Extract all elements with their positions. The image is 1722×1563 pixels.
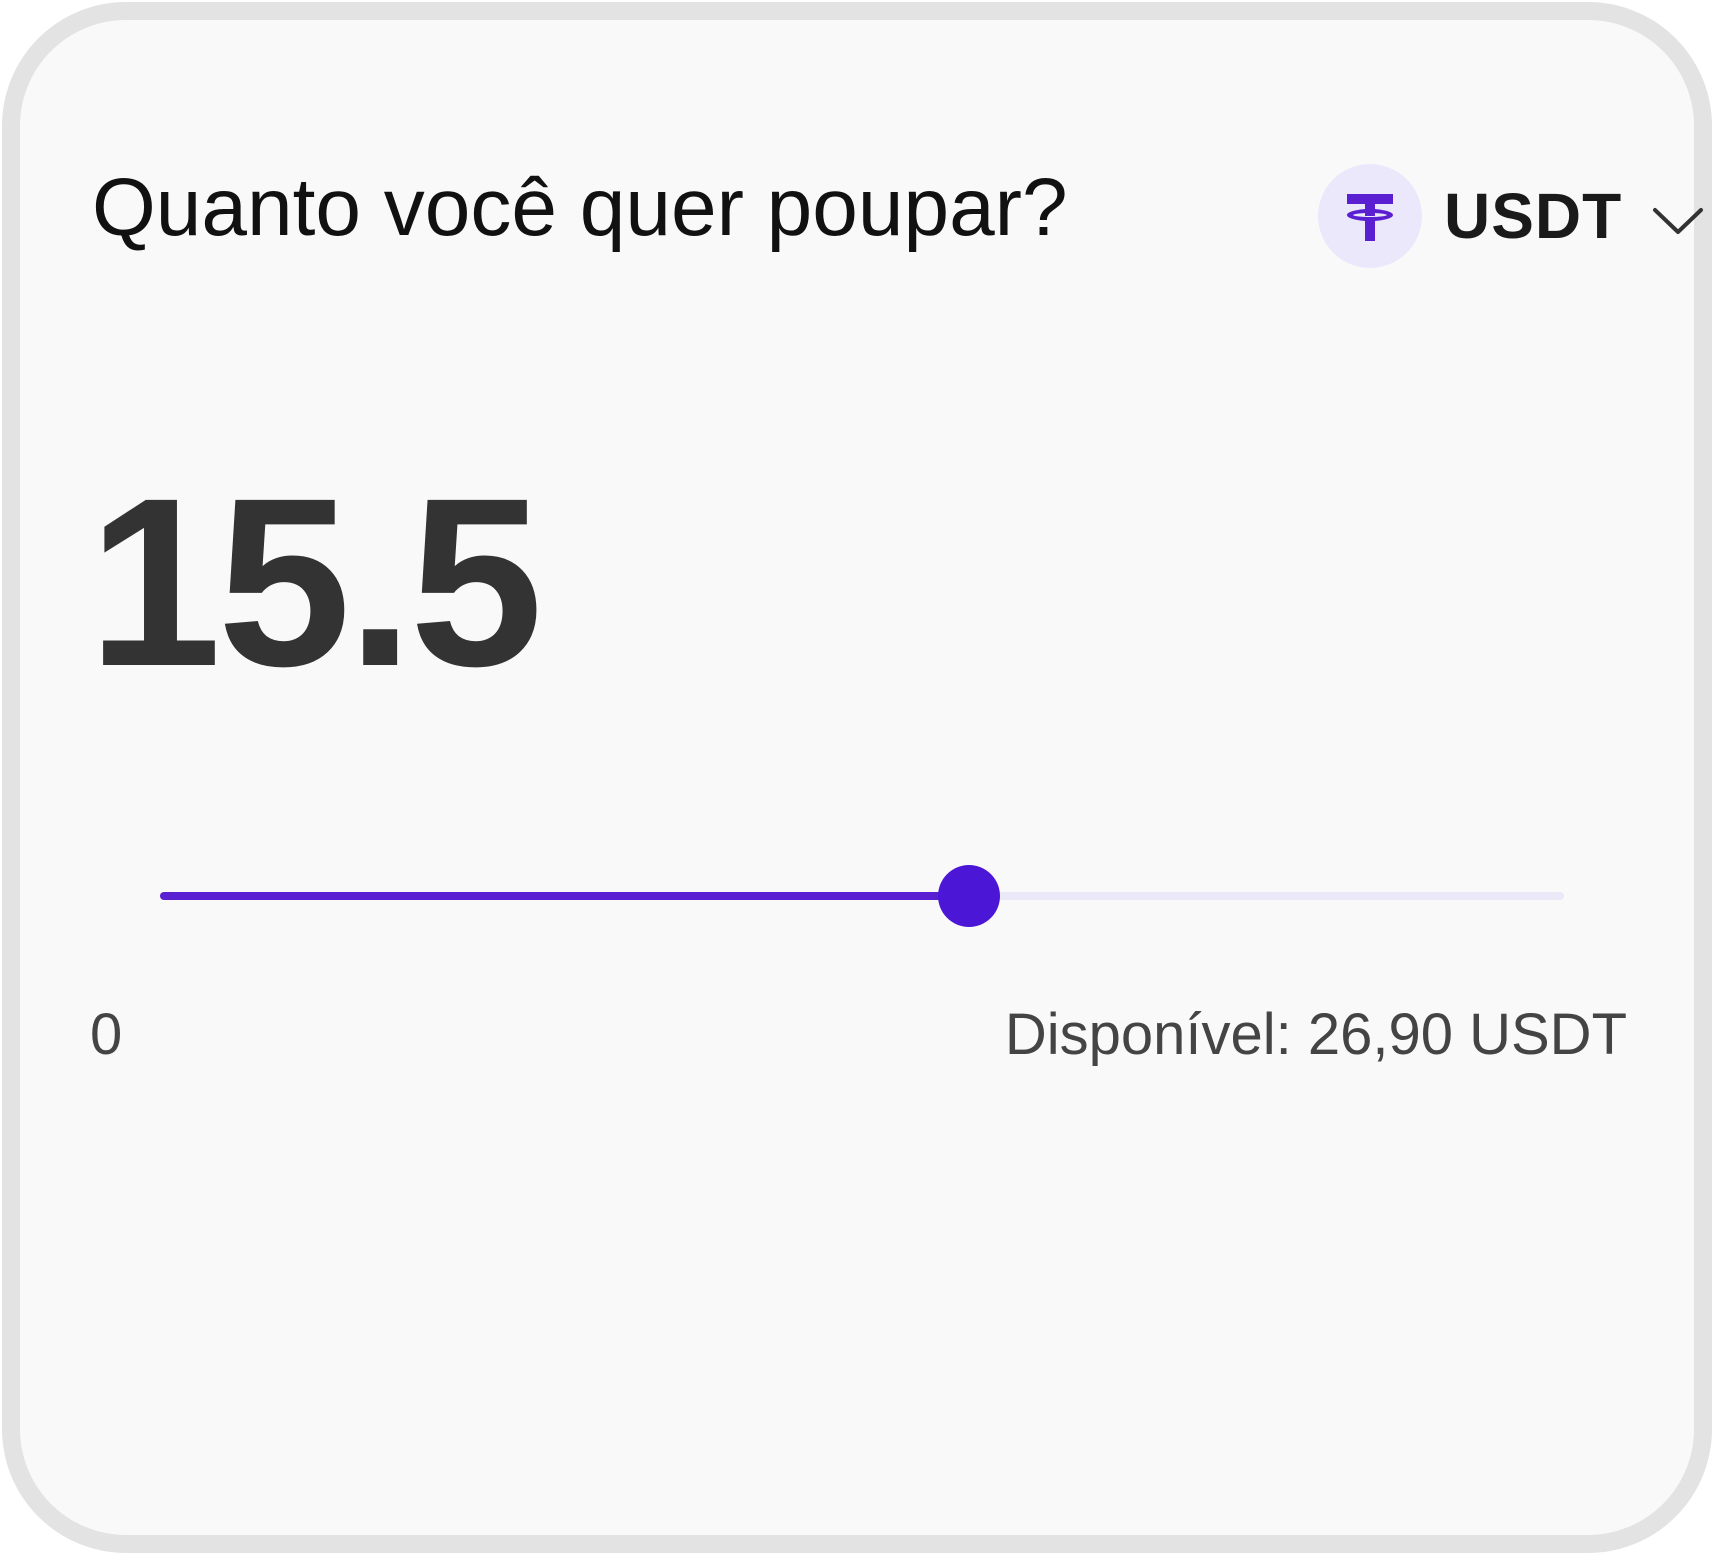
amount-slider[interactable] xyxy=(160,865,1564,927)
tether-icon xyxy=(1318,164,1422,268)
slider-track xyxy=(160,892,1564,900)
token-symbol: USDT xyxy=(1444,180,1623,252)
available-balance: Disponível: 26,90 USDT xyxy=(1004,1002,1627,1067)
chevron-down-icon xyxy=(1652,206,1704,236)
slider-fill xyxy=(160,892,969,900)
amount-value[interactable]: 15.5 xyxy=(88,462,543,702)
token-selector[interactable]: USDT xyxy=(1318,164,1704,268)
slider-min-label: 0 xyxy=(90,1002,123,1067)
slider-thumb[interactable] xyxy=(937,865,1000,927)
question-title: Quanto você quer poupar? xyxy=(92,162,1068,253)
